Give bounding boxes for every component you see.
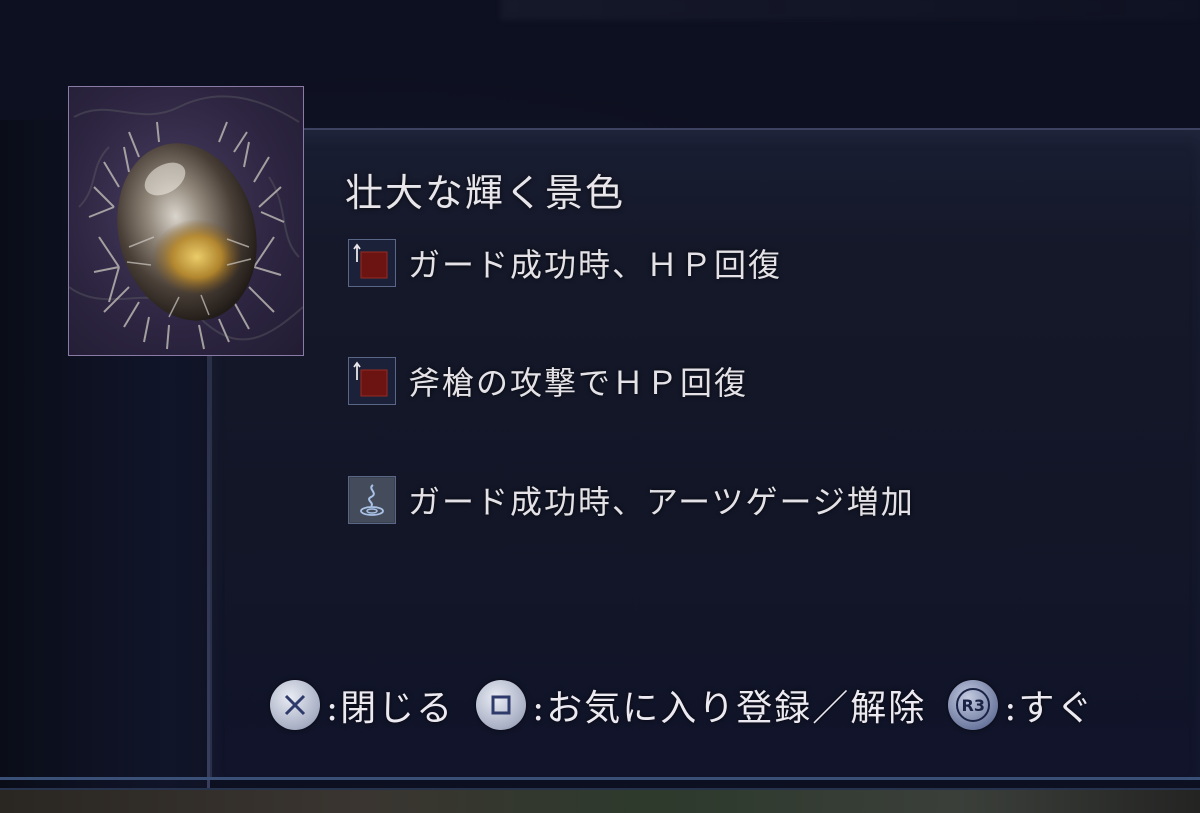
effect-text: ガード成功時、ＨＰ回復 — [408, 246, 783, 284]
panel-divider — [207, 340, 210, 810]
red-square-upgrade-icon — [348, 357, 396, 405]
effect-text: ガード成功時、アーツゲージ増加 — [408, 483, 915, 521]
r3-label: :すぐ — [1004, 688, 1095, 729]
footer-divider — [0, 777, 1200, 780]
blue-swirl-icon — [348, 476, 396, 524]
r3-button-icon: R3 — [948, 680, 999, 730]
blurred-header-text — [500, 0, 1200, 20]
close-control[interactable]: :閉じる — [270, 679, 454, 731]
screen: 壮大な輝く景色 ガード成功時、ＨＰ回復 斧槍の攻撃でＨＰ回復 ガード成功時、アー… — [0, 0, 1200, 813]
effect-row: ガード成功時、ＨＰ回復 — [348, 237, 782, 289]
r3-control[interactable]: R3 :すぐ — [948, 679, 1094, 731]
item-title: 壮大な輝く景色 — [345, 171, 626, 215]
effect-row: ガード成功時、アーツゲージ増加 — [348, 474, 915, 526]
favorite-label: :お気に入り登録／解除 — [532, 688, 927, 729]
favorite-control[interactable]: :お気に入り登録／解除 — [476, 679, 926, 731]
red-square-upgrade-icon — [348, 239, 396, 287]
square-button-icon — [476, 680, 527, 730]
control-hints: :閉じる :お気に入り登録／解除 R3 :すぐ — [270, 680, 1116, 730]
item-image-frame — [68, 86, 304, 356]
bottom-scene-strip — [0, 790, 1200, 813]
effect-row: 斧槍の攻撃でＨＰ回復 — [348, 355, 748, 407]
r3-button-text: R3 — [956, 688, 991, 722]
glowing-stone-in-branches-icon — [69, 95, 303, 350]
close-label: :閉じる — [326, 688, 455, 729]
effect-text: 斧槍の攻撃でＨＰ回復 — [408, 364, 749, 402]
cross-button-icon — [270, 680, 320, 730]
